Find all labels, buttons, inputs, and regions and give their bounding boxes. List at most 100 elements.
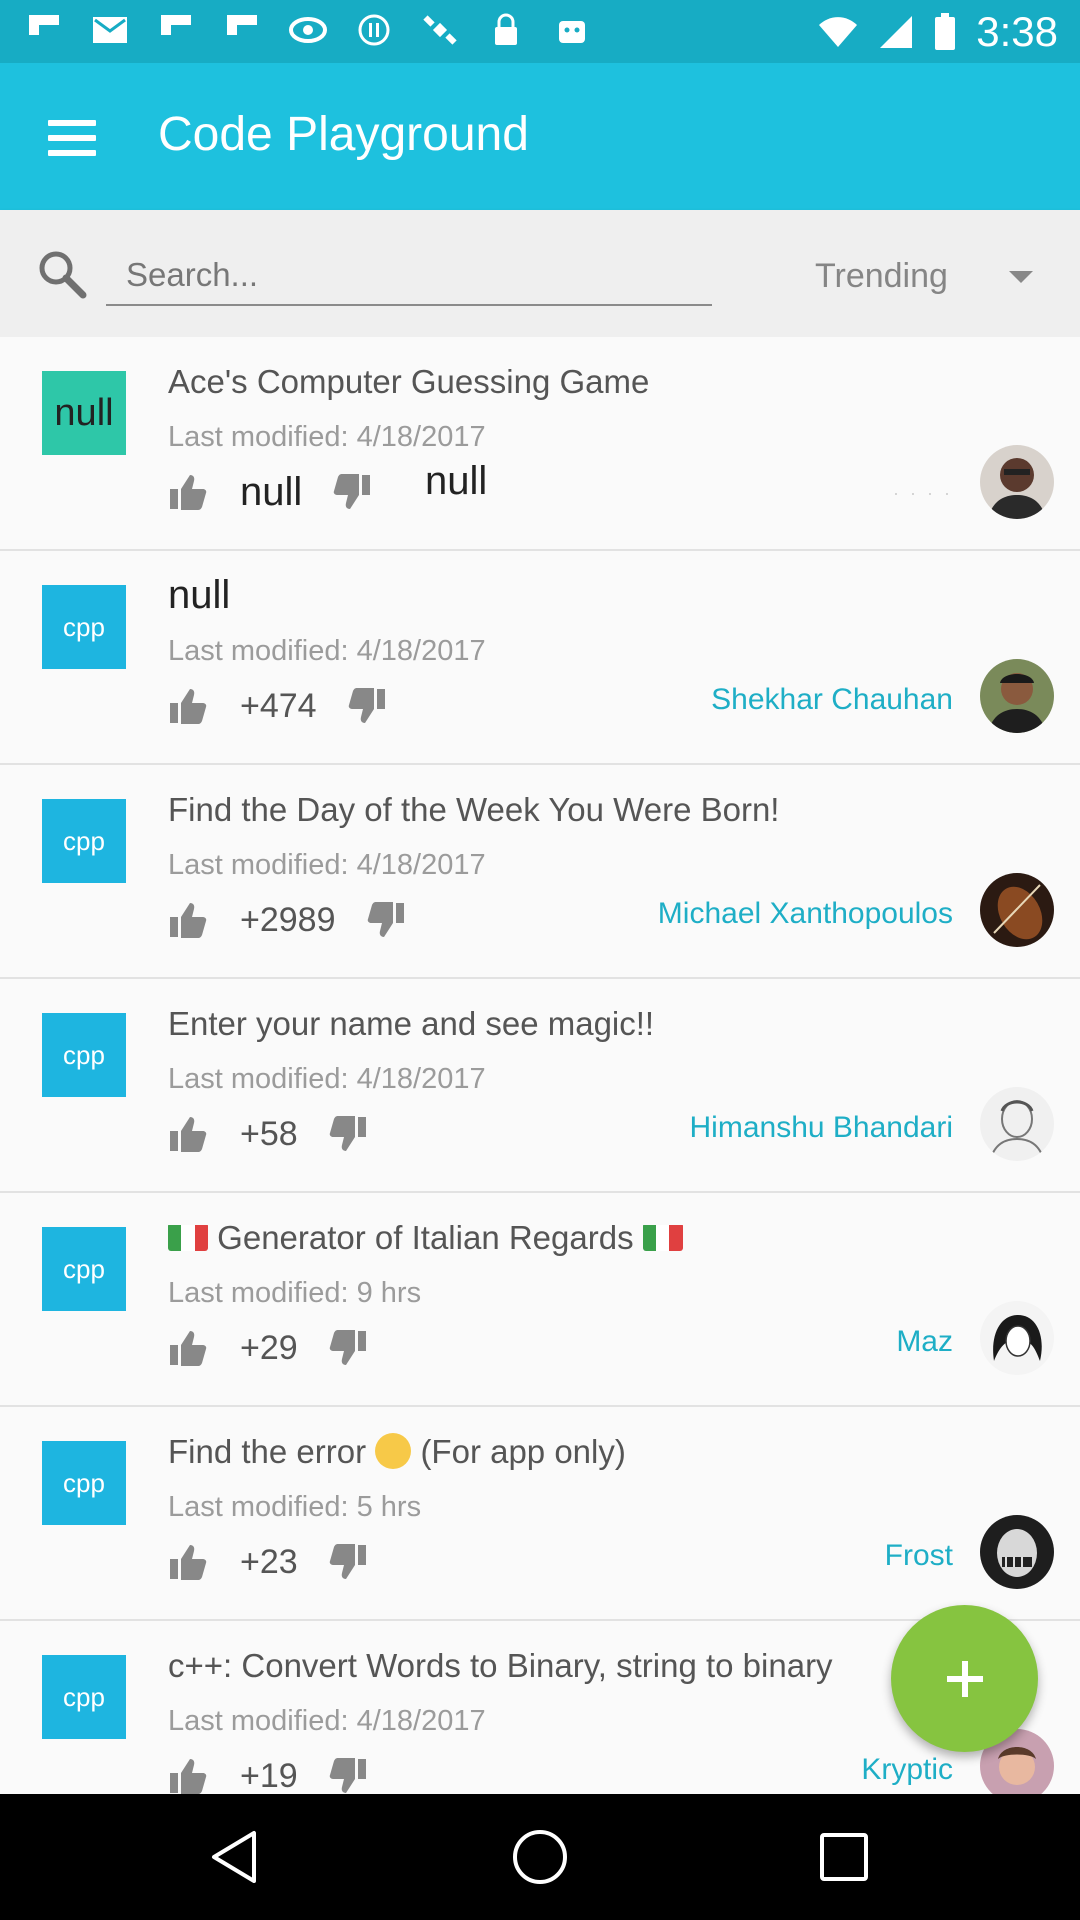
add-code-button[interactable] <box>891 1605 1038 1752</box>
item-title: Ace's Computer Guessing Game <box>168 363 650 400</box>
item-date: Last modified: 4/18/2017 <box>168 635 486 667</box>
search-input[interactable] <box>106 246 712 306</box>
item-date: Last modified: 4/18/2017 <box>168 421 486 453</box>
item-date: Last modified: 9 hrs <box>168 1277 422 1309</box>
vote-row: null <box>168 467 372 517</box>
author-link[interactable]: Shekhar Chauhan <box>711 683 953 717</box>
author-link[interactable]: Maz <box>896 1325 953 1359</box>
list-item[interactable]: cpp Enter your name and see magic!! Last… <box>0 979 1080 1193</box>
vote-count: +58 <box>240 1114 298 1153</box>
search-icon[interactable] <box>36 248 88 300</box>
item-date: Last modified: 5 hrs <box>168 1491 422 1523</box>
android-icon <box>552 10 592 50</box>
upvote-icon[interactable] <box>168 1542 208 1582</box>
avatar[interactable] <box>980 445 1054 519</box>
author-link[interactable]: Frost <box>885 1539 953 1573</box>
vote-count: +19 <box>240 1756 298 1795</box>
downvote-icon[interactable] <box>328 1328 368 1368</box>
flipboard-icon <box>222 10 262 50</box>
item-title: Find the Day of the Week You Were Born! <box>168 791 780 828</box>
code-list: null Ace's Computer Guessing Game Last m… <box>0 337 1080 1794</box>
status-bar: 3:38 <box>0 0 1080 63</box>
pause-icon <box>354 10 394 50</box>
item-title: Find the error (For app only) <box>168 1433 626 1471</box>
avatar[interactable] <box>980 1087 1054 1161</box>
upvote-icon[interactable] <box>168 900 208 940</box>
navigation-bar <box>0 1794 1080 1920</box>
app-bar: Code Playground <box>0 63 1080 210</box>
downvote-icon[interactable] <box>328 1756 368 1794</box>
page-title: Code Playground <box>158 108 529 161</box>
downvote-icon[interactable] <box>328 1542 368 1582</box>
language-badge: cpp <box>42 1441 126 1525</box>
list-item[interactable]: null Ace's Computer Guessing Game Last m… <box>0 337 1080 551</box>
item-title: Generator of Italian Regards <box>168 1219 683 1257</box>
avatar[interactable] <box>980 1515 1054 1589</box>
list-item[interactable]: cpp Find the Day of the Week You Were Bo… <box>0 765 1080 979</box>
vote-count: +2989 <box>240 900 336 939</box>
vote-count: +29 <box>240 1328 298 1367</box>
smiley-icon <box>375 1433 412 1469</box>
downvote-count: null <box>425 459 488 503</box>
recents-icon[interactable] <box>814 1827 874 1887</box>
downvote-icon[interactable] <box>347 686 387 726</box>
italy-flag-icon <box>168 1223 208 1251</box>
lock-icon <box>486 10 526 50</box>
author-link[interactable]: Kryptic <box>861 1753 953 1787</box>
vote-row: +2989 <box>168 895 406 945</box>
downvote-icon[interactable] <box>366 900 406 940</box>
language-badge: cpp <box>42 1655 126 1739</box>
italy-flag-icon <box>642 1223 683 1251</box>
downvote-icon[interactable] <box>332 472 372 512</box>
flipboard-icon <box>24 10 64 50</box>
upvote-icon[interactable] <box>168 1756 208 1794</box>
sort-dropdown[interactable]: Trending <box>815 246 1055 306</box>
avatar[interactable] <box>980 873 1054 947</box>
avatar[interactable] <box>980 1301 1054 1375</box>
upvote-icon[interactable] <box>168 686 208 726</box>
system-status: 3:38 <box>818 8 1058 56</box>
vote-count: +474 <box>240 686 317 725</box>
vote-row: +58 <box>168 1109 368 1159</box>
list-item[interactable]: cpp Generator of Italian Regards Last mo… <box>0 1193 1080 1407</box>
vote-row: +19 <box>168 1751 368 1794</box>
upvote-icon[interactable] <box>168 1328 208 1368</box>
downvote-icon[interactable] <box>328 1114 368 1154</box>
item-date: Last modified: 4/18/2017 <box>168 849 486 881</box>
signal-icon <box>880 16 913 48</box>
item-title: c++: Convert Words to Binary, string to … <box>168 1647 833 1684</box>
language-badge: cpp <box>42 1013 126 1097</box>
author-placeholder: · · · · <box>893 483 953 503</box>
language-badge: null <box>42 371 126 455</box>
vote-row: +23 <box>168 1537 368 1587</box>
upvote-icon[interactable] <box>168 1114 208 1154</box>
language-badge: cpp <box>42 799 126 883</box>
vote-count: +23 <box>240 1542 298 1581</box>
item-title-text: Find the error <box>168 1433 367 1470</box>
author-link[interactable]: Himanshu Bhandari <box>690 1111 953 1145</box>
language-badge: cpp <box>42 1227 126 1311</box>
satellite-icon <box>420 10 460 50</box>
wifi-icon <box>819 17 858 47</box>
upvote-icon[interactable] <box>168 472 208 512</box>
status-time: 3:38 <box>976 8 1058 55</box>
mail-icon <box>90 10 130 50</box>
item-title-suffix: (For app only) <box>420 1433 626 1470</box>
avatar[interactable] <box>980 659 1054 733</box>
home-icon[interactable] <box>510 1827 570 1887</box>
list-item[interactable]: cpp Find the error (For app only) Last m… <box>0 1407 1080 1621</box>
list-item[interactable]: cpp null Last modified: 4/18/2017 +474 S… <box>0 551 1080 765</box>
item-title: Enter your name and see magic!! <box>168 1005 655 1042</box>
item-title: null <box>168 573 231 617</box>
plus-icon <box>946 1660 983 1697</box>
back-icon[interactable] <box>206 1827 266 1887</box>
battery-icon <box>935 13 956 50</box>
notification-icons <box>24 10 592 50</box>
menu-icon[interactable] <box>36 108 108 168</box>
nvidia-icon <box>288 10 328 50</box>
author-link[interactable]: Michael Xanthopoulos <box>658 897 953 931</box>
language-badge: cpp <box>42 585 126 669</box>
vote-count: null <box>240 469 303 514</box>
chevron-down-icon <box>1009 271 1033 283</box>
vote-row: +474 <box>168 681 387 731</box>
